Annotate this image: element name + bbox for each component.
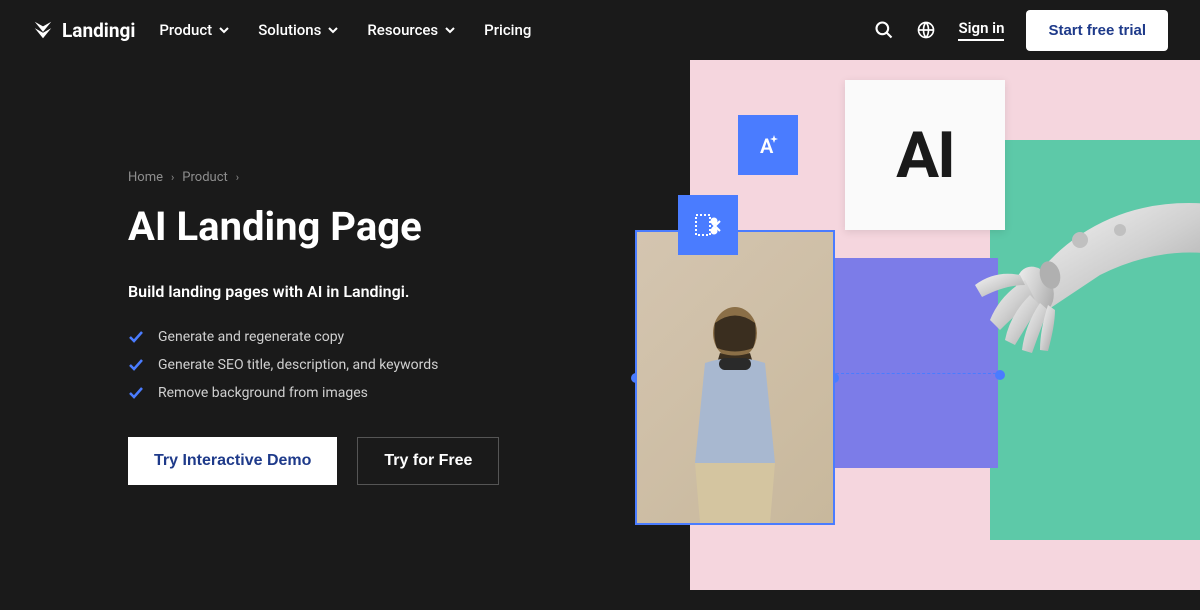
selection-dotted-line — [836, 373, 996, 374]
breadcrumb-item[interactable]: Product — [182, 170, 227, 185]
photo-selection-frame — [635, 230, 835, 525]
chevron-down-icon — [444, 24, 456, 36]
header-actions: Sign in Start free trial — [874, 10, 1168, 51]
ai-text-tool-tile: A — [738, 115, 798, 175]
main-content: Home › Product › AI Landing Page Build l… — [0, 60, 1200, 610]
logo[interactable]: Landingi — [32, 19, 135, 42]
check-icon — [128, 357, 144, 373]
sparkle-text-icon: A — [752, 129, 784, 161]
try-demo-button[interactable]: Try Interactive Demo — [128, 437, 337, 485]
logo-text: Landingi — [62, 19, 135, 42]
hero-visual-column: AI — [572, 60, 1168, 610]
main-header: Landingi Product Solutions Resources Pri… — [0, 0, 1200, 60]
nav-pricing[interactable]: Pricing — [484, 21, 531, 39]
nav-resources[interactable]: Resources — [367, 21, 456, 39]
ai-label: AI — [896, 118, 954, 193]
feature-item: Generate SEO title, description, and key… — [128, 357, 572, 373]
logo-icon — [32, 19, 54, 41]
chevron-right-icon: › — [236, 171, 239, 184]
try-free-button[interactable]: Try for Free — [357, 437, 499, 485]
nav-label: Resources — [367, 21, 438, 39]
page-title: AI Landing Page — [128, 203, 572, 250]
globe-icon[interactable] — [916, 20, 936, 40]
chevron-down-icon — [327, 24, 339, 36]
cta-row: Try Interactive Demo Try for Free — [128, 437, 572, 485]
hero-visual: AI — [690, 60, 1200, 590]
check-icon — [128, 329, 144, 345]
scissors-crop-icon — [692, 209, 724, 241]
start-trial-button[interactable]: Start free trial — [1026, 10, 1168, 51]
breadcrumb: Home › Product › — [128, 170, 572, 185]
chevron-right-icon: › — [171, 171, 174, 184]
nav-label: Product — [159, 21, 212, 39]
chevron-down-icon — [218, 24, 230, 36]
background-remove-tile — [678, 195, 738, 255]
nav-product[interactable]: Product — [159, 21, 230, 39]
nav-label: Pricing — [484, 21, 531, 39]
search-icon[interactable] — [874, 20, 894, 40]
nav-label: Solutions — [258, 21, 321, 39]
hero-subtitle: Build landing pages with AI in Landingi. — [128, 282, 572, 301]
feature-list: Generate and regenerate copy Generate SE… — [128, 329, 572, 401]
main-nav: Product Solutions Resources Pricing — [159, 21, 531, 39]
person-illustration — [665, 283, 805, 523]
nav-solutions[interactable]: Solutions — [258, 21, 339, 39]
feature-item: Remove background from images — [128, 385, 572, 401]
breadcrumb-item[interactable]: Home — [128, 170, 163, 185]
feature-text: Generate SEO title, description, and key… — [158, 357, 438, 373]
svg-text:A: A — [760, 134, 774, 158]
feature-item: Generate and regenerate copy — [128, 329, 572, 345]
feature-text: Generate and regenerate copy — [158, 329, 344, 345]
selection-handle — [995, 370, 1005, 380]
robot-hand-illustration — [940, 185, 1200, 365]
check-icon — [128, 385, 144, 401]
signin-link[interactable]: Sign in — [958, 19, 1004, 41]
feature-text: Remove background from images — [158, 385, 368, 401]
hero-text-column: Home › Product › AI Landing Page Build l… — [32, 60, 572, 610]
person-photo — [637, 232, 833, 523]
